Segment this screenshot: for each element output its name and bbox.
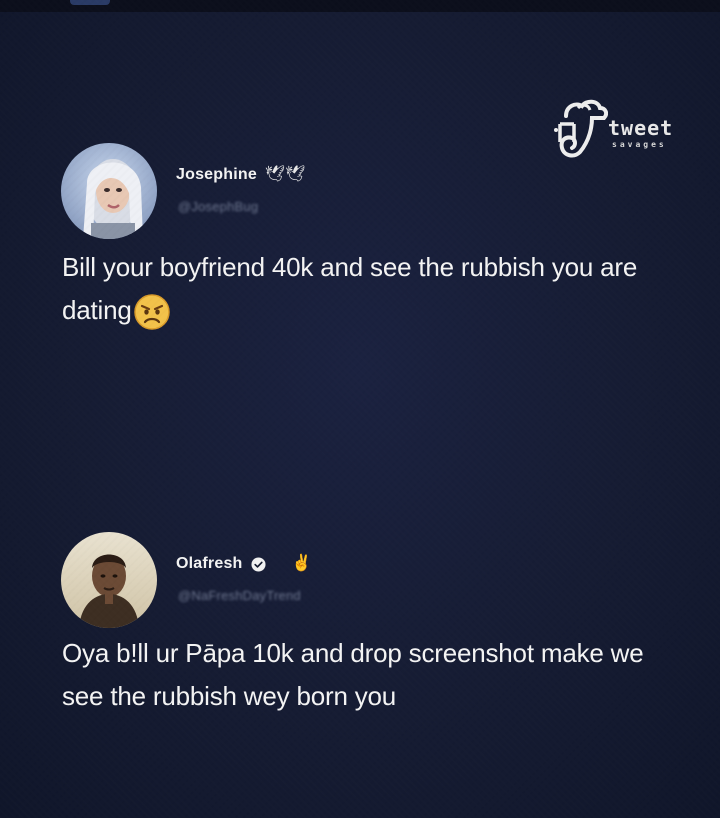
author-row: Olafresh ✌ <box>176 552 311 576</box>
top-strip-indicator <box>70 0 110 5</box>
dove-emoji-icon: 🕊🕊 <box>264 166 306 183</box>
tweet-body: Oya b!ll ur Pāpa 10k and drop screenshot… <box>62 632 662 718</box>
tweet-body: Bill your boyfriend 40k and see the rubb… <box>62 246 662 332</box>
watermark-logo: tweet savages <box>552 96 698 160</box>
watermark-brand: tweet <box>608 116 674 140</box>
author-handle[interactable]: @NaFreshDayTrend <box>178 588 301 603</box>
watermark-tagline: savages <box>612 140 667 149</box>
author-display-name[interactable]: Josephine <box>176 166 257 184</box>
top-status-strip <box>0 0 720 12</box>
author-handle[interactable]: @JosephBug <box>178 199 258 214</box>
tweet-savages-logo-icon <box>554 99 608 158</box>
author-row: Josephine 🕊🕊 <box>176 163 306 187</box>
profile-photo-avatar[interactable] <box>61 532 157 628</box>
verified-badge-icon <box>250 556 266 572</box>
victory-hand-emoji-icon: ✌ <box>291 555 312 572</box>
tweet-text: Oya b!ll ur Pāpa 10k and drop screenshot… <box>62 638 644 711</box>
profile-photo-avatar[interactable] <box>61 143 157 239</box>
angry-face-emoji-icon <box>133 294 170 330</box>
author-display-name[interactable]: Olafresh <box>176 555 243 573</box>
